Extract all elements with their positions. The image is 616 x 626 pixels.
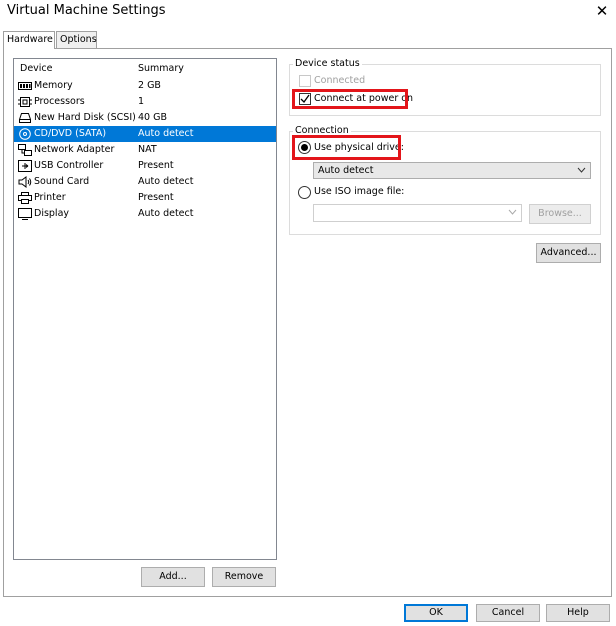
device-list-header: Device Summary <box>14 63 276 77</box>
device-row-network-adapter[interactable]: Network Adapter NAT <box>14 142 276 158</box>
device-name: Display <box>34 208 70 219</box>
device-row-hard-disk[interactable]: New Hard Disk (SCSI) 40 GB <box>14 110 276 126</box>
device-name: Memory <box>34 80 73 91</box>
device-summary: NAT <box>138 144 157 155</box>
device-row-processors[interactable]: Processors 1 <box>14 94 276 110</box>
connected-checkbox[interactable] <box>299 75 311 87</box>
iso-image-radio[interactable] <box>298 186 311 199</box>
memory-icon <box>18 82 32 90</box>
processor-icon <box>18 97 32 107</box>
device-summary: Auto detect <box>138 128 194 139</box>
chevron-down-icon <box>508 209 517 215</box>
device-name: Network Adapter <box>34 144 115 155</box>
column-device[interactable]: Device <box>20 63 53 74</box>
device-summary: Present <box>138 160 174 171</box>
highlight-box <box>292 89 408 109</box>
device-name: Sound Card <box>34 176 90 187</box>
device-name: USB Controller <box>34 160 104 171</box>
cancel-button[interactable]: Cancel <box>476 604 540 622</box>
device-summary: 1 <box>138 96 145 107</box>
device-summary: Auto detect <box>138 176 194 187</box>
device-list[interactable]: Device Summary Memory 2 GB Processors 1 … <box>13 58 277 560</box>
display-icon <box>18 208 32 220</box>
hard-disk-icon <box>19 113 31 123</box>
device-name: Printer <box>34 192 66 203</box>
usb-icon <box>18 160 32 172</box>
device-status-title: Device status <box>293 58 362 69</box>
drive-value: Auto detect <box>318 165 374 176</box>
physical-drive-select[interactable]: Auto detect <box>313 162 591 179</box>
device-row-printer[interactable]: Printer Present <box>14 190 276 206</box>
device-row-display[interactable]: Display Auto detect <box>14 206 276 222</box>
cd-dvd-icon <box>19 128 31 140</box>
tab-options[interactable]: Options <box>56 31 97 48</box>
close-icon[interactable]: ✕ <box>591 0 613 22</box>
printer-icon <box>18 192 32 204</box>
device-name: CD/DVD (SATA) <box>34 128 107 139</box>
network-adapter-icon <box>18 144 32 156</box>
iso-path-combo[interactable] <box>313 204 522 222</box>
device-row-sound-card[interactable]: Sound Card Auto detect <box>14 174 276 190</box>
help-button[interactable]: Help <box>546 604 610 622</box>
window-title: Virtual Machine Settings <box>7 3 166 18</box>
tab-hardware[interactable]: Hardware <box>3 31 55 49</box>
device-row-cd-dvd[interactable]: CD/DVD (SATA) Auto detect <box>14 126 276 142</box>
add-button[interactable]: Add... <box>141 567 205 587</box>
chevron-down-icon <box>577 167 586 173</box>
device-summary: 40 GB <box>138 112 167 123</box>
advanced-button[interactable]: Advanced... <box>536 243 601 263</box>
browse-button[interactable]: Browse... <box>529 204 591 224</box>
column-summary[interactable]: Summary <box>138 63 184 74</box>
device-row-usb-controller[interactable]: USB Controller Present <box>14 158 276 174</box>
device-summary: Auto detect <box>138 208 194 219</box>
ok-button[interactable]: OK <box>404 604 468 622</box>
device-row-memory[interactable]: Memory 2 GB <box>14 78 276 94</box>
device-summary: 2 GB <box>138 80 161 91</box>
device-summary: Present <box>138 192 174 203</box>
connected-label: Connected <box>314 75 366 86</box>
device-name: New Hard Disk (SCSI) <box>34 112 136 123</box>
iso-image-label: Use ISO image file: <box>314 186 405 197</box>
highlight-box <box>292 135 401 160</box>
device-name: Processors <box>34 96 85 107</box>
speaker-icon <box>18 176 32 188</box>
remove-button[interactable]: Remove <box>212 567 276 587</box>
